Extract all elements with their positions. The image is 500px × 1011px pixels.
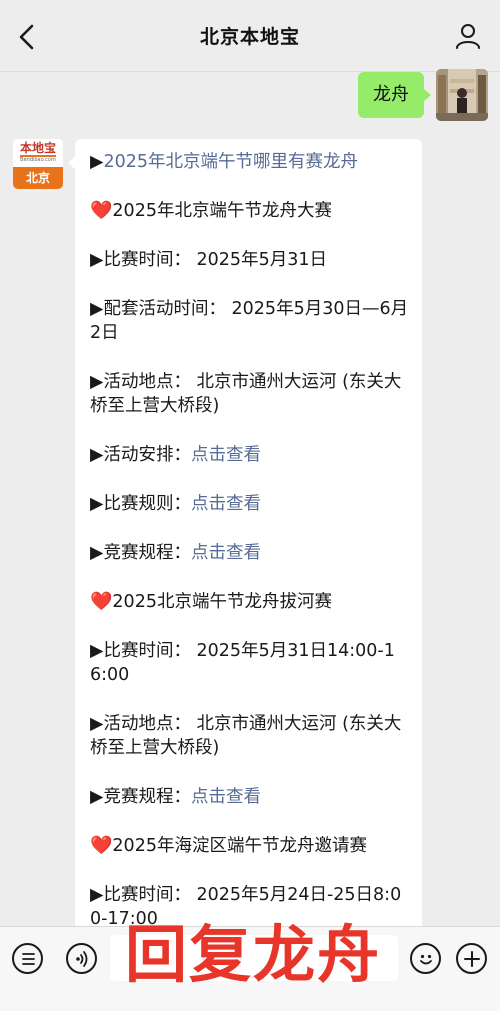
message-paragraph: ▶活动地点： 北京市通州大运河 (东关大桥至上营大桥段) [90, 370, 410, 418]
voice-icon[interactable] [66, 943, 97, 974]
paragraph-text: 活动地点： 北京市通州大运河 (东关大桥至上营大桥段) [90, 372, 402, 416]
avatar-logo-text: 本地宝 [19, 141, 56, 157]
triangle-bullet-icon: ▶ [90, 885, 104, 905]
avatar-logo-subtext: Bendibao.com [20, 157, 56, 163]
chat-title: 北京本地宝 [199, 26, 300, 48]
chat-header: 北京本地宝 [0, 0, 500, 72]
paragraph-text: 比赛规则： [103, 494, 191, 514]
paragraph-text: 2025年海淀区端午节龙舟邀请赛 [112, 836, 367, 856]
paragraph-link[interactable]: 2025年北京端午节哪里有赛龙舟 [103, 152, 358, 172]
triangle-bullet-icon: ▶ [90, 714, 104, 734]
message-paragraph: ▶比赛时间： 2025年5月31日 [90, 248, 410, 272]
heart-icon: ❤️ [90, 591, 113, 612]
paragraph-text: 活动地点： 北京市通州大运河 (东关大桥至上营大桥段) [90, 714, 402, 758]
avatar-city-label: 北京 [13, 167, 63, 189]
message-paragraph: ❤️2025年北京端午节龙舟大赛 [90, 199, 410, 223]
paragraph-text: 2025北京端午节龙舟拔河赛 [112, 592, 332, 612]
triangle-bullet-icon: ▶ [90, 494, 104, 514]
message-paragraph: ▶竞赛规程：点击查看 [90, 541, 410, 565]
paragraph-text: 竞赛规程： [103, 787, 191, 807]
paragraph-text: 比赛时间： 2025年5月31日14:00-16:00 [90, 641, 395, 685]
reply-keyword-overlay: 回复龙舟 [124, 918, 381, 991]
paragraph-text: 比赛时间： 2025年5月31日 [103, 250, 327, 270]
triangle-bullet-icon: ▶ [90, 152, 104, 172]
paragraph-link[interactable]: 点击查看 [191, 787, 261, 807]
paragraph-link[interactable]: 点击查看 [191, 494, 261, 514]
person-icon[interactable] [454, 22, 482, 50]
message-paragraph: ▶比赛时间： 2025年5月31日14:00-16:00 [90, 639, 410, 687]
paragraph-text: 竞赛规程： [103, 543, 191, 563]
triangle-bullet-icon: ▶ [90, 372, 104, 392]
message-paragraph: ❤️2025北京端午节龙舟拔河赛 [90, 590, 410, 614]
message-paragraph: ▶比赛规则：点击查看 [90, 492, 410, 516]
user-message-bubble[interactable]: 龙舟 [358, 72, 431, 118]
triangle-bullet-icon: ▶ [90, 299, 104, 319]
paragraph-text: 活动安排： [103, 445, 191, 465]
list-menu-icon[interactable] [12, 943, 43, 974]
message-paragraph: ▶竞赛规程：点击查看 [90, 785, 410, 809]
emoji-icon[interactable] [410, 943, 441, 974]
triangle-bullet-icon: ▶ [90, 445, 104, 465]
bot-avatar[interactable]: 本地宝 Bendibao.com 北京 [13, 139, 63, 189]
message-paragraph: ❤️2025年海淀区端午节龙舟邀请赛 [90, 834, 410, 858]
triangle-bullet-icon: ▶ [90, 250, 104, 270]
heart-icon: ❤️ [90, 835, 113, 856]
triangle-bullet-icon: ▶ [90, 641, 104, 661]
heart-icon: ❤️ [90, 200, 113, 221]
paragraph-text: 配套活动时间： 2025年5月30日—6月2日 [90, 299, 409, 343]
message-paragraph: ▶配套活动时间： 2025年5月30日—6月2日 [90, 297, 410, 345]
triangle-bullet-icon: ▶ [90, 787, 104, 807]
message-paragraph: ▶2025年北京端午节哪里有赛龙舟 [90, 150, 410, 174]
triangle-bullet-icon: ▶ [90, 543, 104, 563]
message-paragraph: ▶活动地点： 北京市通州大运河 (东关大桥至上营大桥段) [90, 712, 410, 760]
bot-message-bubble: ▶2025年北京端午节哪里有赛龙舟 ❤️2025年北京端午节龙舟大赛 ▶比赛时间： … [75, 139, 422, 939]
user-avatar[interactable] [436, 69, 488, 121]
message-paragraph: ▶活动安排：点击查看 [90, 443, 410, 467]
paragraph-text: 2025年北京端午节龙舟大赛 [112, 201, 332, 221]
paragraph-link[interactable]: 点击查看 [191, 445, 261, 465]
paragraph-link[interactable]: 点击查看 [191, 543, 261, 563]
plus-icon[interactable] [456, 943, 487, 974]
